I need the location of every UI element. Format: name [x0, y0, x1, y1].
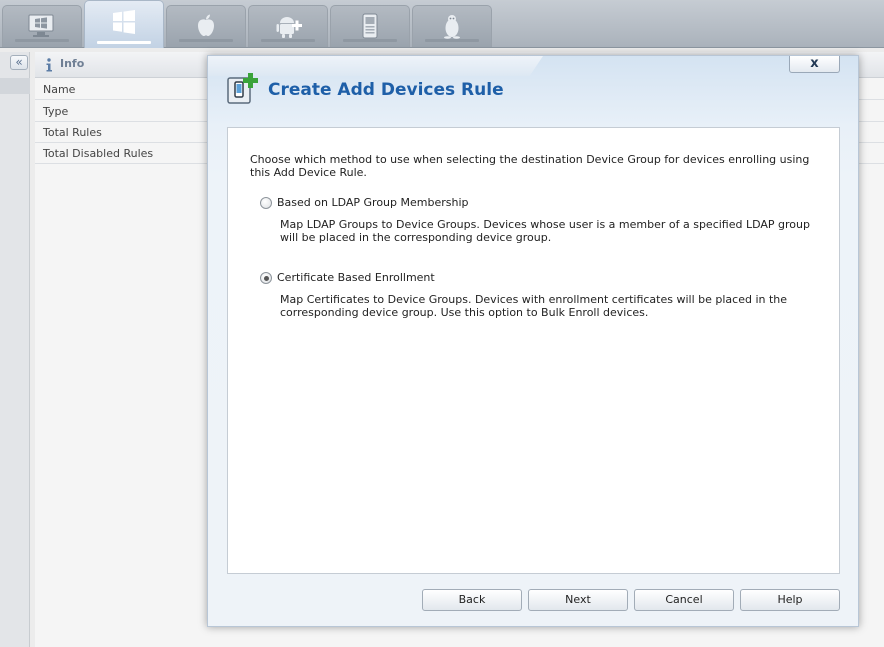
close-icon: x — [810, 56, 819, 71]
tab-underline — [179, 39, 233, 42]
tab-underline — [425, 39, 479, 42]
certificate-enrollment-radio[interactable] — [260, 272, 272, 284]
gutter-selected-row — [0, 78, 30, 94]
tab-windows-desktop[interactable] — [2, 5, 82, 47]
apple-logo-icon — [198, 14, 214, 36]
info-panel-title: Info — [60, 57, 85, 70]
tab-underline — [97, 41, 151, 44]
double-chevron-left-icon: « — [15, 55, 23, 69]
android-add-icon — [276, 17, 302, 38]
close-dialog-button[interactable]: x — [789, 56, 840, 73]
tab-windows[interactable] — [84, 0, 164, 48]
cancel-button[interactable]: Cancel — [634, 589, 734, 611]
tab-android[interactable] — [248, 5, 328, 47]
tab-underline — [261, 39, 315, 42]
ldap-option-description: Map LDAP Groups to Device Groups. Device… — [280, 218, 810, 244]
windows-logo-icon — [113, 10, 135, 34]
add-device-rule-icon — [227, 73, 258, 104]
certificate-option-description: Map Certificates to Device Groups. Devic… — [280, 293, 788, 319]
left-gutter — [0, 52, 30, 647]
windows-desktop-icon — [28, 14, 54, 37]
dialog-title: Create Add Devices Rule — [268, 80, 504, 100]
help-button[interactable]: Help — [740, 589, 840, 611]
platform-tab-bar — [0, 0, 884, 48]
certificate-option-label[interactable]: Certificate Based Enrollment — [277, 271, 435, 284]
back-button[interactable]: Back — [422, 589, 522, 611]
ldap-group-membership-radio[interactable] — [260, 197, 272, 209]
info-icon — [46, 58, 52, 72]
ldap-option-label[interactable]: Based on LDAP Group Membership — [277, 196, 469, 209]
tab-device[interactable] — [330, 5, 410, 47]
handheld-device-icon — [362, 13, 378, 39]
create-add-devices-rule-dialog: Create Add Devices Rule x Choose which m… — [207, 55, 859, 627]
tab-apple[interactable] — [166, 5, 246, 47]
dialog-content: Choose which method to use when selectin… — [227, 127, 840, 574]
collapse-panel-button[interactable]: « — [10, 55, 28, 70]
tab-underline — [15, 39, 69, 42]
dialog-intro-text: Choose which method to use when selectin… — [250, 153, 810, 179]
linux-penguin-icon — [444, 15, 460, 39]
tab-linux[interactable] — [412, 5, 492, 47]
next-button[interactable]: Next — [528, 589, 628, 611]
tab-underline — [343, 39, 397, 42]
